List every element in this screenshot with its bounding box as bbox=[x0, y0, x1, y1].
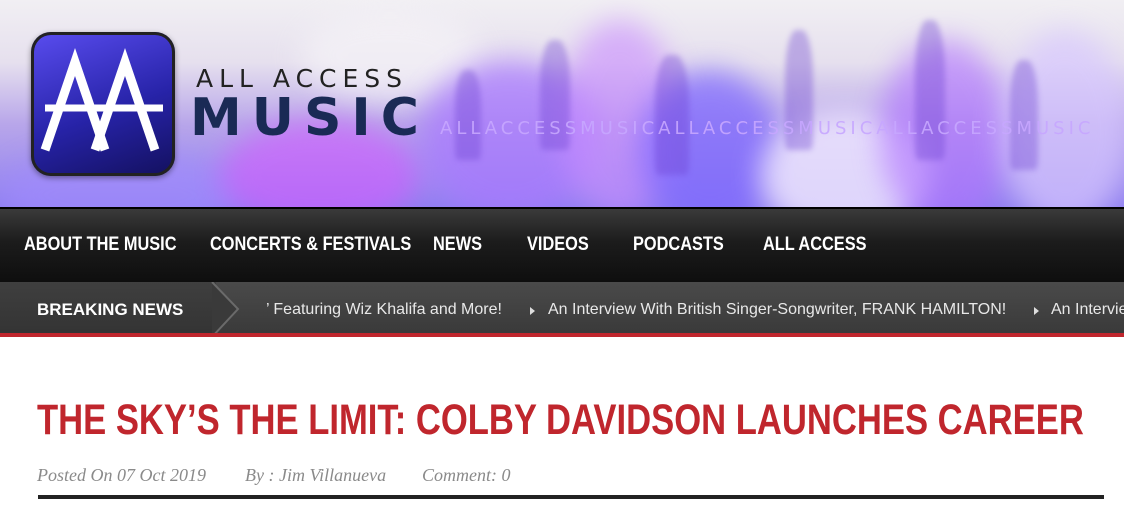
post-date: Posted On 07 Oct 2019 bbox=[37, 465, 206, 485]
nav-item-news[interactable]: NEWS bbox=[433, 234, 482, 256]
ticker-item[interactable]: An Interview With British Singer-Songwri… bbox=[548, 301, 1006, 319]
ticker-bullet-icon bbox=[530, 307, 535, 315]
ticker-item[interactable]: ’ Featuring Wiz Khalifa and More! bbox=[266, 301, 502, 319]
nav-item-all-access[interactable]: ALL ACCESS bbox=[763, 234, 867, 256]
site-logo-icon[interactable] bbox=[31, 32, 175, 176]
article-title: THE SKY’S THE LIMIT: COLBY DAVIDSON LAUN… bbox=[37, 396, 1084, 444]
nav-item-about-the-music[interactable]: ABOUT THE MUSIC bbox=[24, 234, 177, 256]
aa-monogram-icon bbox=[40, 48, 163, 152]
header-banner: ALL ACCESS MUSIC ALLACCESSMUSICALLACCESS… bbox=[0, 0, 1124, 207]
breaking-news-label: BREAKING NEWS bbox=[37, 300, 184, 319]
breaking-news-bar: BREAKING NEWS ’ Featuring Wiz Khalifa an… bbox=[0, 282, 1124, 337]
crowd-hand bbox=[655, 55, 689, 175]
chevron-right-icon bbox=[211, 282, 240, 333]
post-author-link[interactable]: By : Jim Villanueva bbox=[245, 465, 386, 486]
crowd-hand bbox=[915, 20, 945, 160]
comment-count-link[interactable]: Comment: 0 bbox=[422, 465, 511, 486]
main-nav: ABOUT THE MUSIC CONCERTS & FESTIVALS NEW… bbox=[0, 207, 1124, 282]
logo-tagline: ALLACCESSMUSICALLACCESSMUSICALLACCESSMUS… bbox=[440, 118, 1095, 139]
nav-item-podcasts[interactable]: PODCASTS bbox=[633, 234, 724, 256]
breaking-news-label-box: BREAKING NEWS bbox=[0, 282, 216, 333]
ticker-item[interactable]: An Intervie bbox=[1051, 301, 1124, 319]
nav-item-videos[interactable]: VIDEOS bbox=[527, 234, 589, 256]
crowd-hand bbox=[1010, 60, 1038, 170]
ticker-bullet-icon bbox=[1034, 307, 1039, 315]
logo-text-big: MUSIC bbox=[190, 88, 429, 148]
title-divider bbox=[38, 495, 1104, 499]
crowd-hand bbox=[455, 70, 481, 160]
nav-item-concerts-festivals[interactable]: CONCERTS & FESTIVALS bbox=[210, 234, 411, 256]
